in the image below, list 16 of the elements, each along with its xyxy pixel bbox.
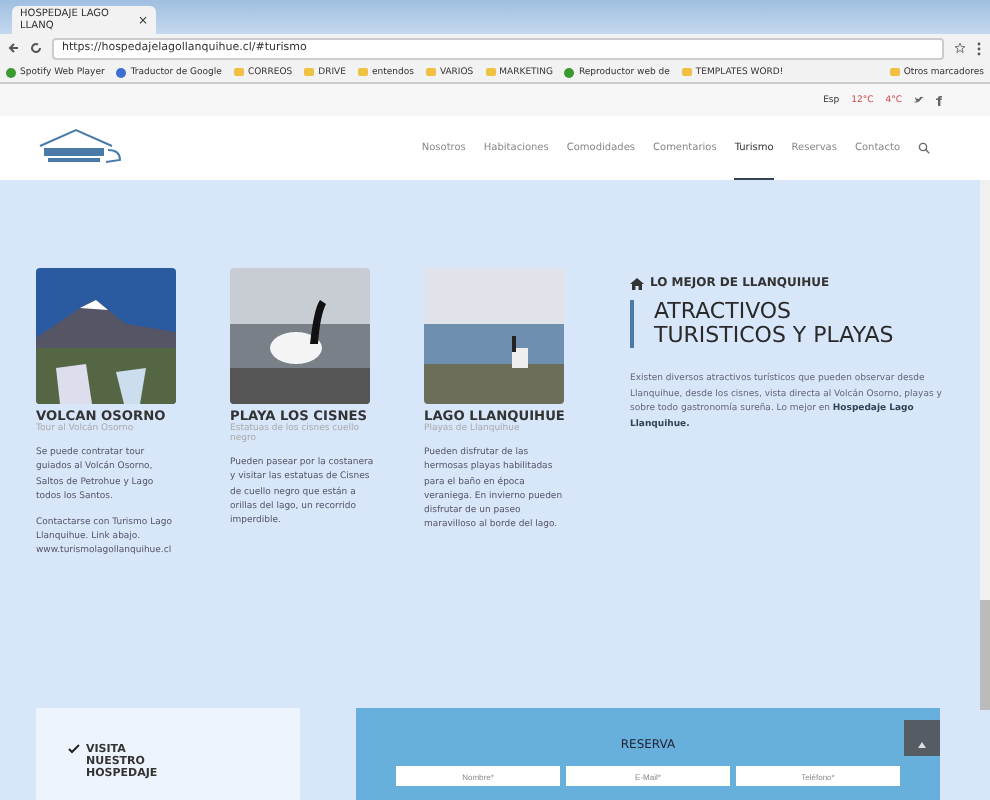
scrollbar-thumb[interactable] — [980, 600, 990, 710]
swan-photo — [230, 268, 370, 404]
check-icon — [68, 744, 80, 754]
scrollbar[interactable] — [980, 180, 990, 708]
back-arrow-icon[interactable] — [8, 42, 20, 54]
section-heading: ATRACTIVOS TURISTICOS Y PLAYAS — [630, 300, 910, 349]
menu-icon[interactable] — [976, 41, 982, 55]
facebook-icon[interactable] — [936, 95, 942, 105]
caret-icon — [918, 741, 926, 747]
search-icon[interactable] — [918, 142, 930, 154]
star-icon[interactable] — [954, 42, 966, 54]
twitter-icon[interactable] — [914, 96, 924, 104]
reload-icon[interactable] — [30, 42, 42, 54]
volcano-photo — [36, 268, 176, 404]
home-icon — [630, 277, 644, 289]
lake-photo — [424, 268, 564, 404]
